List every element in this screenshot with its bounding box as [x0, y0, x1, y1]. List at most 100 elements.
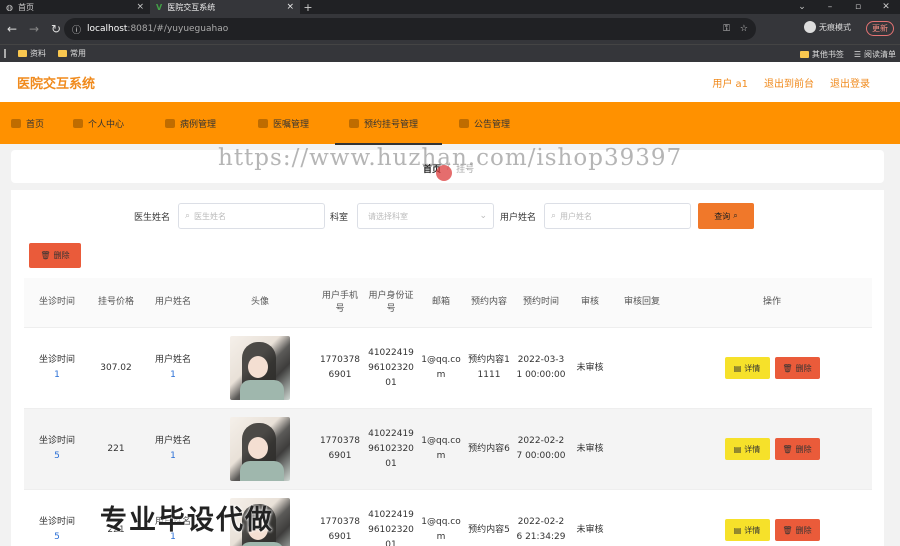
table-header: 坐诊时间 挂号价格 用户姓名 头像 用户手机号 用户身份证号 邮箱 预约内容 预… — [24, 278, 872, 328]
folder-icon — [18, 50, 27, 57]
document-icon: ▤ — [733, 363, 742, 373]
col-header: 用户姓名 — [154, 297, 191, 307]
window-controls: ⌄ – ▫ ✕ — [788, 0, 900, 14]
browser-tabbar: ◍ 首页 × V 医院交互系统 × + ⌄ – ▫ ✕ — [0, 0, 900, 14]
delete-button[interactable]: 🗑 删除 — [774, 357, 820, 379]
close-icon[interactable]: × — [136, 2, 144, 12]
folder-icon — [58, 50, 67, 57]
status-badge: 未审核 — [576, 443, 604, 454]
search-icon: ⌕ — [733, 211, 738, 220]
avatar — [230, 417, 290, 481]
trash-icon: 🗑 — [782, 363, 793, 373]
user-name-input[interactable]: ⌕ 用户姓名 — [544, 203, 691, 229]
forward-icon[interactable]: → — [26, 22, 42, 36]
menu-item-orders[interactable]: 医嘱管理 — [258, 102, 309, 144]
menu-item-cases[interactable]: 病例管理 — [165, 102, 216, 144]
col-header: 审核回复 — [623, 297, 660, 307]
back-icon[interactable]: ← — [4, 22, 20, 36]
main-menu: 首页 个人中心 病例管理 医嘱管理 预约挂号管理 公告管理 — [0, 102, 900, 145]
folder-icon — [799, 50, 809, 58]
folder-icon — [349, 118, 359, 128]
home-icon — [11, 118, 21, 128]
col-header: 用户手机号 — [321, 290, 358, 314]
trash-icon: 🗑 — [40, 251, 51, 260]
status-badge: 未审核 — [576, 524, 604, 535]
chevron-down-icon: ⌄ — [479, 211, 487, 221]
search-icon: ⌕ — [185, 211, 191, 221]
document-icon: ▤ — [733, 444, 742, 454]
maximize-icon[interactable]: ▫ — [844, 0, 872, 14]
incognito-profile[interactable]: 无痕模式 — [804, 21, 851, 33]
menu-item-home[interactable]: 首页 — [11, 102, 44, 144]
trash-icon: 🗑 — [782, 525, 793, 535]
url-host: localhost — [87, 24, 128, 34]
status-badge: 未审核 — [576, 362, 604, 373]
user-name-label: 用户姓名 — [500, 213, 537, 223]
col-header: 挂号价格 — [97, 297, 134, 307]
close-window-icon[interactable]: ✕ — [872, 0, 900, 14]
address-bar: ← → ↻ ⓘ localhost:8081/#/yuyueguahao ⚿ ☆… — [0, 14, 900, 44]
grid-icon — [258, 118, 268, 128]
tab-title: 首页 — [17, 2, 34, 12]
query-button[interactable]: 查询 ⌕ — [698, 203, 754, 229]
browser-tab-app[interactable]: V 医院交互系统 × — [150, 0, 300, 14]
minimize-icon[interactable]: – — [816, 0, 844, 14]
browser-tab-home[interactable]: ◍ 首页 × — [0, 0, 150, 14]
col-header: 预约时间 — [522, 297, 559, 307]
menu-item-registration[interactable]: 预约挂号管理 — [334, 102, 443, 145]
close-icon[interactable]: × — [286, 2, 294, 12]
menu-item-notices[interactable]: 公告管理 — [459, 102, 510, 144]
table-row[interactable]: 坐诊时间 1 307.02 用户姓名 1 17703786901 410224199… — [24, 328, 872, 409]
info-icon[interactable]: ⓘ — [72, 23, 81, 36]
doctor-name-placeholder: 医生姓名 — [194, 211, 227, 221]
detail-button[interactable]: ▤ 详情 — [724, 519, 770, 541]
user-name-placeholder: 用户姓名 — [560, 211, 593, 221]
table-row[interactable]: 坐诊时间 5 221 用户姓名 1 17703786901 410224199610… — [24, 409, 872, 490]
col-header: 操作 — [762, 297, 781, 307]
doctor-name-input[interactable]: ⌕ 医生姓名 — [178, 203, 325, 229]
update-button[interactable]: 更新 — [866, 21, 894, 36]
menu-item-profile[interactable]: 个人中心 — [73, 102, 124, 144]
search-icon: ⌕ — [551, 211, 557, 221]
detail-button[interactable]: ▤ 详情 — [724, 357, 770, 379]
key-icon[interactable]: ⚿ — [723, 24, 730, 34]
bookmark-folder[interactable]: 资料 — [18, 48, 46, 59]
reading-list[interactable]: ☰ 阅读清单 — [854, 49, 896, 60]
back-to-front-link[interactable]: 退出到前台 — [764, 75, 814, 90]
cursor-highlight — [436, 165, 452, 181]
col-header: 预约内容 — [470, 297, 507, 307]
delete-button[interactable]: 🗑 删除 — [774, 438, 820, 460]
col-header: 坐诊时间 — [38, 297, 75, 307]
incognito-icon — [804, 21, 816, 33]
detail-button[interactable]: ▤ 详情 — [724, 438, 770, 460]
dept-select[interactable]: 请选择科室 ⌄ — [357, 203, 494, 229]
user-icon — [73, 118, 83, 128]
bookmark-folder[interactable]: 常用 — [58, 48, 86, 59]
search-form: 医生姓名 ⌕ 医生姓名 科室 请选择科室 ⌄ 用户姓名 ⌕ 用户姓名 查询 ⌕ — [11, 203, 884, 229]
app-header: 医院交互系统 用户 a1 退出到前台 退出登录 — [0, 62, 900, 102]
avatar — [230, 336, 290, 400]
grid-icon — [165, 118, 175, 128]
url-field[interactable]: ⓘ localhost:8081/#/yuyueguahao ⚿ ☆ — [64, 18, 756, 40]
col-header: 邮箱 — [431, 297, 450, 307]
reload-icon[interactable]: ↻ — [48, 22, 64, 36]
batch-delete-button[interactable]: 🗑 删除 — [29, 243, 81, 268]
other-bookmarks[interactable]: 其他书签 — [799, 49, 844, 60]
doctor-name-label: 医生姓名 — [134, 213, 171, 223]
star-icon[interactable]: ☆ — [740, 24, 748, 34]
col-header: 用户身份证号 — [368, 290, 414, 314]
chevron-down-icon[interactable]: ⌄ — [788, 0, 816, 14]
url-path: :8081/#/yuyueguahao — [127, 24, 229, 34]
user-link[interactable]: 用户 a1 — [712, 75, 748, 90]
apps-icon[interactable] — [4, 49, 6, 58]
document-icon: ▤ — [733, 525, 742, 535]
promo-watermark: 专业毕设代做 — [100, 505, 274, 536]
dept-placeholder: 请选择科室 — [368, 211, 408, 221]
col-header: 头像 — [250, 297, 269, 307]
dept-label: 科室 — [330, 213, 349, 223]
bookmarks-bar: 资料 常用 其他书签 ☰ 阅读清单 — [0, 44, 900, 62]
new-tab-button[interactable]: + — [300, 0, 316, 14]
delete-button[interactable]: 🗑 删除 — [774, 519, 820, 541]
col-header: 审核 — [580, 297, 599, 307]
logout-link[interactable]: 退出登录 — [830, 75, 870, 90]
